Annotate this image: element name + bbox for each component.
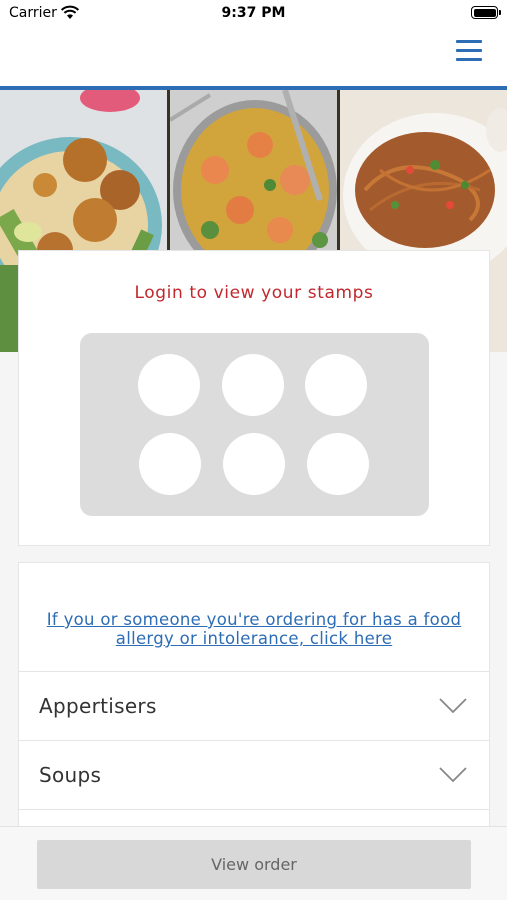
stamp-slot	[222, 354, 284, 416]
chevron-down-icon	[439, 698, 467, 714]
category-label: Appertisers	[39, 694, 157, 718]
stamp-grid	[80, 333, 429, 516]
stamp-card: Login to view your stamps	[18, 250, 490, 546]
view-order-button[interactable]: View order	[37, 840, 471, 889]
allergy-info-link[interactable]: If you or someone you're ordering for ha…	[19, 610, 489, 648]
hamburger-menu-icon[interactable]	[456, 40, 482, 64]
category-label: Soups	[39, 763, 102, 787]
battery-icon	[471, 6, 501, 19]
status-time: 9:37 PM	[221, 5, 286, 21]
app-header	[0, 28, 507, 86]
stamp-slot	[305, 354, 367, 416]
stamp-login-prompt[interactable]: Login to view your stamps	[19, 283, 489, 303]
bottom-bar: View order	[0, 826, 507, 900]
stamp-slot	[139, 433, 201, 495]
stamp-slot	[223, 433, 285, 495]
status-bar: Carrier 9:37 PM	[0, 0, 507, 28]
category-row-soups[interactable]: Soups	[18, 740, 490, 810]
allergy-card: If you or someone you're ordering for ha…	[18, 562, 490, 672]
stamp-slot	[138, 354, 200, 416]
category-row-appertisers[interactable]: Appertisers	[18, 671, 490, 741]
stamp-slot	[307, 433, 369, 495]
chevron-down-icon	[439, 767, 467, 783]
